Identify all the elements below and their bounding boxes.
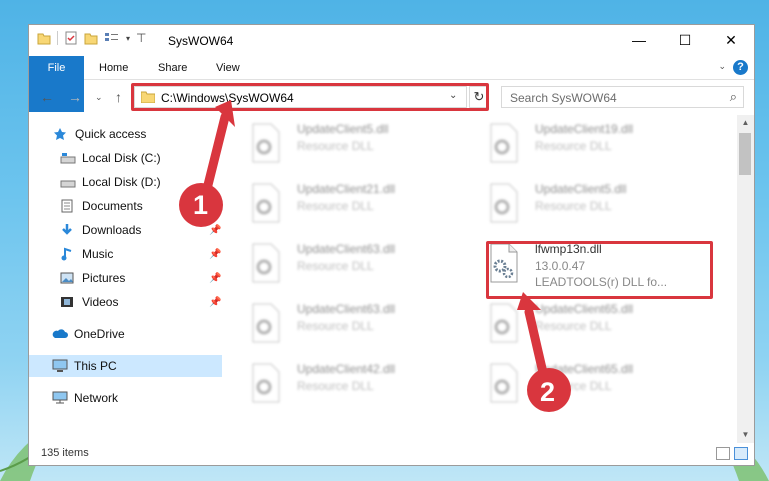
computer-icon (52, 359, 68, 373)
file-item[interactable]: UpdateClient19.dll Resource DLL (467, 117, 697, 173)
scroll-up-icon[interactable]: ▲ (737, 115, 754, 131)
file-description: Resource DLL (535, 199, 612, 213)
callout-number-2: 2 (540, 377, 556, 407)
sidebar-item-onedrive[interactable]: OneDrive (29, 323, 222, 345)
dll-file-icon (252, 183, 280, 223)
sidebar-item-music[interactable]: Music 📌 (29, 243, 222, 265)
file-name: UpdateClient19.dll (535, 122, 634, 136)
customize-toolbar-icon[interactable]: ⊤ (136, 31, 146, 45)
sidebar-item-label: Documents (82, 199, 143, 213)
recent-locations-icon[interactable]: ⌄ (95, 92, 103, 103)
view-toggle (716, 447, 748, 460)
file-item[interactable]: UpdateClient63.dll Resource DLL (229, 297, 459, 353)
search-icon[interactable]: ⌕ (730, 89, 737, 105)
details-view-icon[interactable] (716, 447, 730, 460)
large-icons-view-icon[interactable] (734, 447, 748, 460)
pin-icon[interactable]: 📌 (209, 249, 221, 260)
dll-file-icon (252, 243, 280, 283)
tab-view[interactable]: View (216, 56, 240, 80)
file-item[interactable]: UpdateClient5.dll Resource DLL (467, 177, 697, 233)
tab-home[interactable]: Home (99, 56, 128, 80)
sidebar-item-label: Local Disk (D:) (82, 175, 161, 189)
sidebar-item-label: Quick access (75, 127, 147, 141)
ribbon-tabs: File Home Share View ⌄ ? (29, 56, 754, 112)
drive-icon (60, 175, 76, 189)
maximize-button[interactable]: ☐ (662, 25, 708, 55)
file-description: Resource DLL (297, 319, 374, 333)
callout-number-1: 1 (193, 190, 209, 220)
file-name: UpdateClient42.dll (297, 362, 396, 376)
new-folder-icon[interactable] (84, 31, 98, 45)
file-name: UpdateClient5.dll (535, 182, 627, 196)
file-name: UpdateClient21.dll (297, 182, 396, 196)
file-name: UpdateClient63.dll (297, 302, 396, 316)
sidebar-item-label: Music (82, 247, 114, 261)
search-placeholder: Search SysWOW64 (510, 91, 617, 105)
file-description: Resource DLL (535, 139, 612, 153)
vertical-scrollbar[interactable]: ▲ ▼ (737, 115, 754, 443)
sidebar-item-videos[interactable]: Videos 📌 (29, 291, 222, 313)
sidebar-item-pictures[interactable]: Pictures 📌 (29, 267, 222, 289)
item-count: 135 items (41, 447, 89, 459)
dll-file-icon (252, 363, 280, 403)
sidebar-item-label: Videos (82, 295, 119, 309)
music-icon (60, 247, 76, 261)
pin-icon[interactable]: 📌 (209, 297, 221, 308)
search-input[interactable]: Search SysWOW64 ⌕ (501, 86, 744, 108)
back-icon[interactable]: ← (40, 89, 54, 105)
sidebar-item-label: OneDrive (74, 327, 125, 341)
drive-icon (60, 151, 76, 165)
pictures-icon (60, 271, 76, 285)
file-name: UpdateClient63.dll (297, 242, 396, 256)
sidebar-item-network[interactable]: Network (29, 387, 222, 409)
dll-file-icon (252, 123, 280, 163)
forward-icon[interactable]: → (68, 89, 82, 105)
file-item[interactable]: UpdateClient21.dll Resource DLL (229, 177, 459, 233)
minimize-button[interactable]: — (616, 25, 662, 55)
pin-icon[interactable]: 📌 (209, 273, 221, 284)
close-button[interactable]: ✕ (708, 25, 754, 55)
dll-file-icon (490, 123, 518, 163)
window-title: SysWOW64 (168, 34, 234, 48)
expand-ribbon-icon[interactable]: ⌄ (718, 61, 726, 72)
explorer-window: ▾ ⊤ SysWOW64 — ☐ ✕ File Home Share View … (28, 24, 755, 466)
sidebar-item-label: Local Disk (C:) (82, 151, 161, 165)
file-item[interactable]: UpdateClient42.dll Resource DLL (229, 357, 459, 413)
file-description: Resource DLL (297, 379, 374, 393)
network-icon (52, 391, 68, 405)
toolbar-dropdown-icon[interactable]: ▾ (126, 34, 130, 43)
dll-file-icon (490, 183, 518, 223)
cloud-icon (52, 327, 68, 341)
title-bar: ▾ ⊤ SysWOW64 — ☐ ✕ (29, 25, 754, 56)
documents-icon (60, 199, 76, 213)
tab-share[interactable]: Share (158, 56, 187, 80)
view-options-icon[interactable] (104, 31, 120, 45)
file-item[interactable]: UpdateClient5.dll Resource DLL (229, 117, 459, 173)
file-name: UpdateClient5.dll (297, 122, 389, 136)
star-icon (53, 127, 69, 141)
scrollbar-thumb[interactable] (739, 133, 751, 175)
separator (57, 31, 58, 45)
sidebar-item-this-pc[interactable]: This PC (29, 355, 222, 377)
sidebar-item-label: Pictures (82, 271, 126, 285)
quick-access-toolbar: ▾ ⊤ (37, 31, 146, 45)
file-item[interactable]: UpdateClient63.dll Resource DLL (229, 237, 459, 293)
up-icon[interactable]: ↑ (115, 89, 122, 105)
file-description: Resource DLL (297, 259, 374, 273)
sidebar-item-label: This PC (74, 359, 117, 373)
download-icon (60, 223, 76, 237)
folder-icon[interactable] (37, 31, 51, 45)
scroll-down-icon[interactable]: ▼ (737, 427, 754, 443)
file-description: Resource DLL (297, 139, 374, 153)
sidebar-item-label: Downloads (82, 223, 142, 237)
file-description: Resource DLL (297, 199, 374, 213)
status-bar: 135 items (29, 443, 754, 465)
videos-icon (60, 295, 76, 309)
sidebar-item-label: Network (74, 391, 119, 405)
dll-file-icon (252, 303, 280, 343)
help-button[interactable]: ? (733, 60, 748, 75)
properties-icon[interactable] (64, 31, 78, 45)
